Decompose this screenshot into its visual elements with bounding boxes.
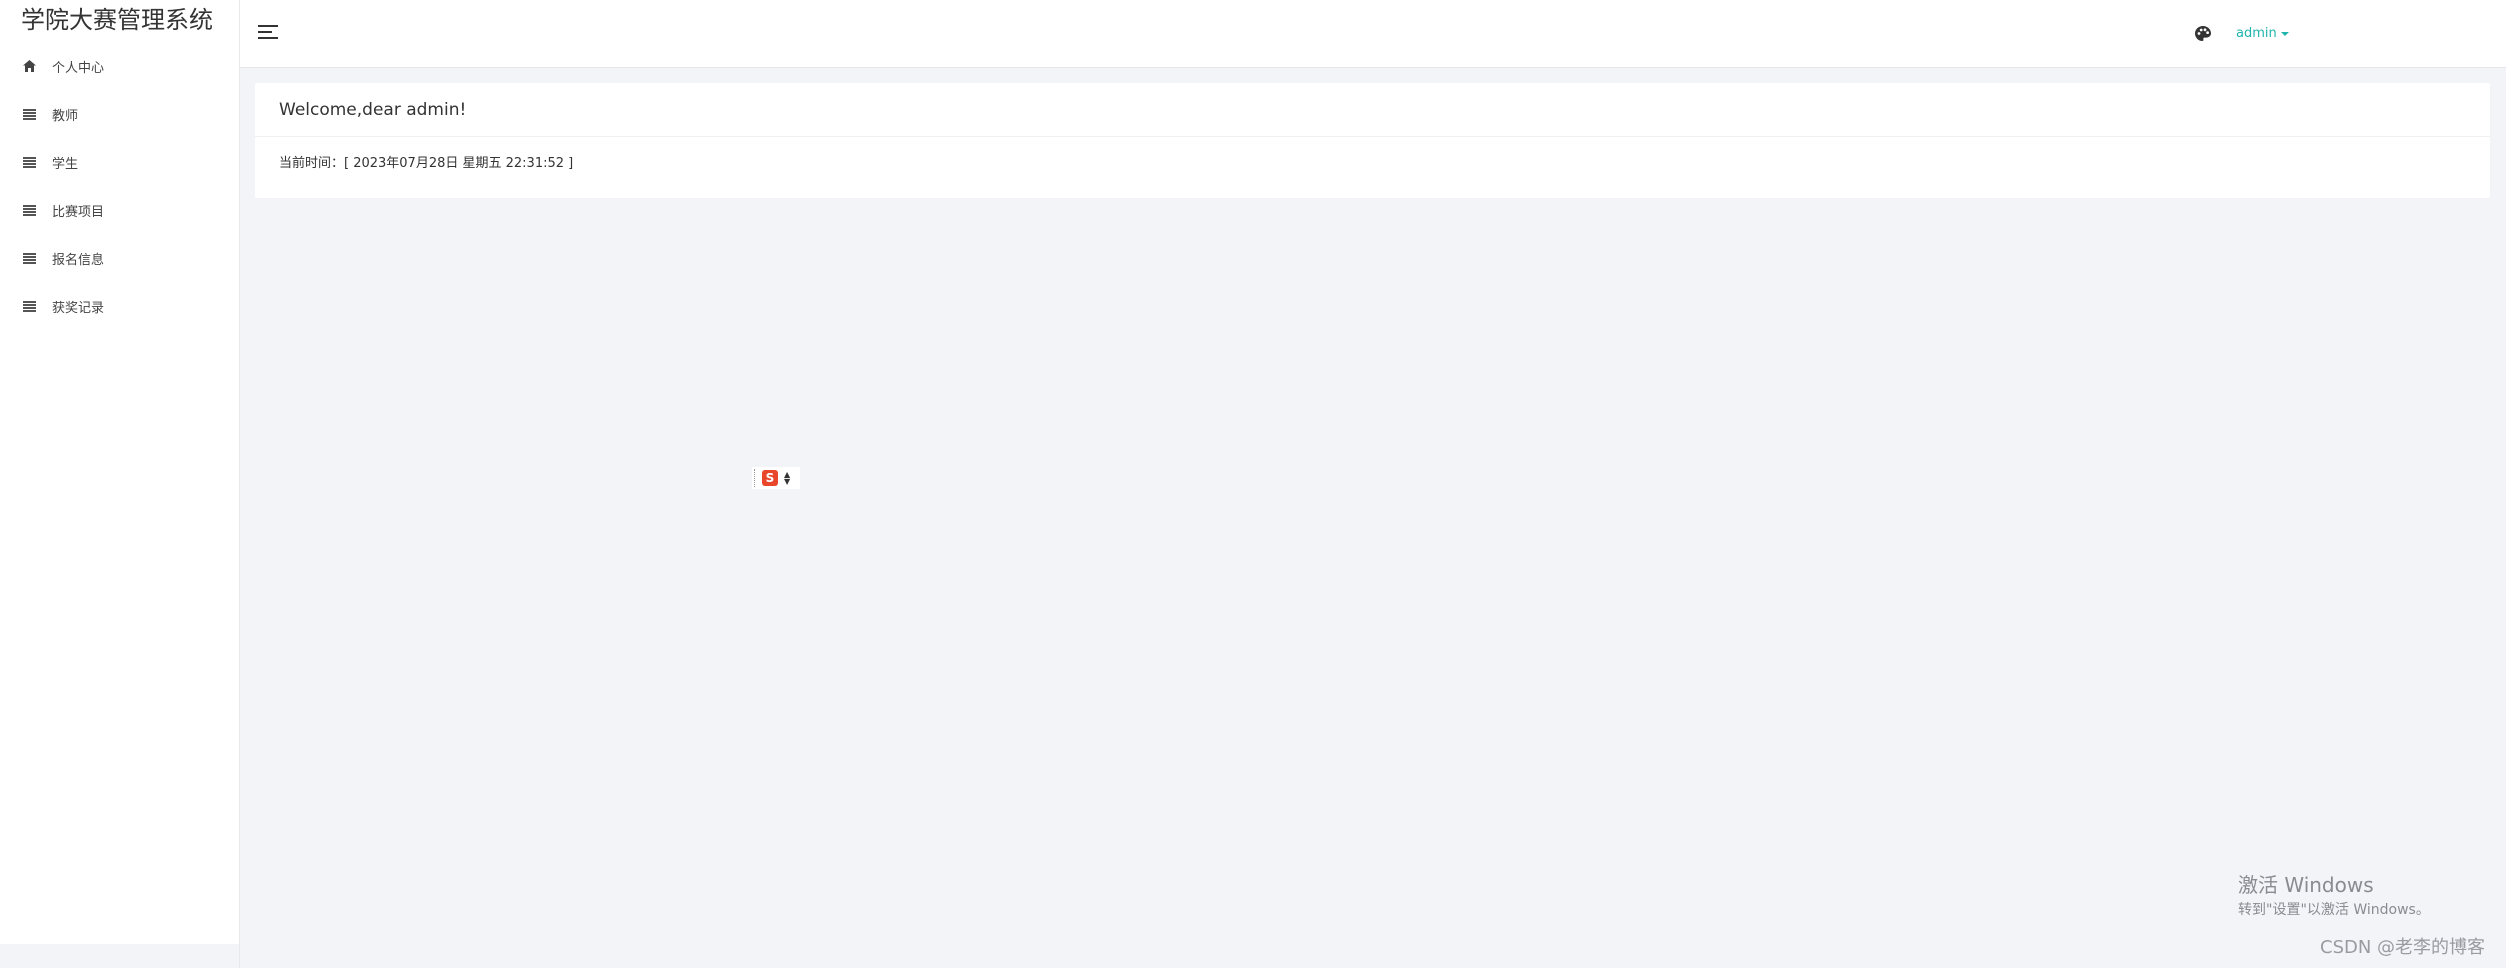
sidebar: 学院大赛管理系统 个人中心 教师 学生 比赛项目 报名信息 获奖记录 (0, 0, 240, 944)
list-icon (23, 204, 36, 217)
sidebar-item-students[interactable]: 学生 (0, 142, 240, 182)
sidebar-item-teachers[interactable]: 教师 (0, 94, 240, 134)
hamburger-icon[interactable] (258, 25, 278, 41)
windows-activation-notice: 激活 Windows 转到"设置"以激活 Windows。 (2238, 872, 2430, 920)
sidebar-item-registrations[interactable]: 报名信息 (0, 238, 240, 278)
sidebar-item-label: 个人中心 (52, 60, 105, 76)
user-menu[interactable]: admin (2236, 24, 2289, 44)
home-icon (23, 60, 36, 73)
welcome-text: Welcome,dear admin! (279, 100, 467, 120)
card-header: Welcome,dear admin! (255, 83, 2490, 137)
watermark: CSDN @老李的博客 (2320, 937, 2486, 958)
welcome-card: Welcome,dear admin! 当前时间：[ 2023年07月28日 星… (255, 83, 2490, 198)
sidebar-item-label: 报名信息 (52, 252, 105, 268)
app-title: 学院大赛管理系统 (21, 6, 213, 34)
user-name: admin (2236, 26, 2277, 41)
activation-title: 激活 Windows (2238, 873, 2374, 897)
sidebar-item-label: 获奖记录 (52, 300, 105, 316)
list-icon (23, 300, 36, 313)
sogou-ime-icon[interactable]: S (762, 470, 778, 486)
sidebar-item-competitions[interactable]: 比赛项目 (0, 190, 240, 230)
sidebar-item-awards[interactable]: 获奖记录 (0, 286, 240, 326)
palette-icon[interactable] (2194, 25, 2212, 43)
top-bar: admin (240, 0, 2506, 68)
chevron-down-icon (2280, 31, 2289, 36)
list-icon (23, 252, 36, 265)
sidebar-item-label: 教师 (52, 108, 79, 124)
sidebar-item-label: 学生 (52, 156, 79, 172)
list-icon (23, 108, 36, 121)
activation-subtitle: 转到"设置"以激活 Windows。 (2238, 902, 2430, 918)
ime-toggle-icon[interactable]: ▲ ▼ (784, 471, 790, 486)
ime-toolbar[interactable]: S ▲ ▼ (752, 467, 800, 489)
drag-handle[interactable] (754, 469, 756, 487)
current-time: 当前时间：[ 2023年07月28日 星期五 22:31:52 ] (279, 156, 574, 171)
sidebar-item-personal-center[interactable]: 个人中心 (0, 46, 240, 86)
list-icon (23, 156, 36, 169)
sidebar-footer (0, 944, 240, 968)
sidebar-item-label: 比赛项目 (52, 204, 105, 220)
